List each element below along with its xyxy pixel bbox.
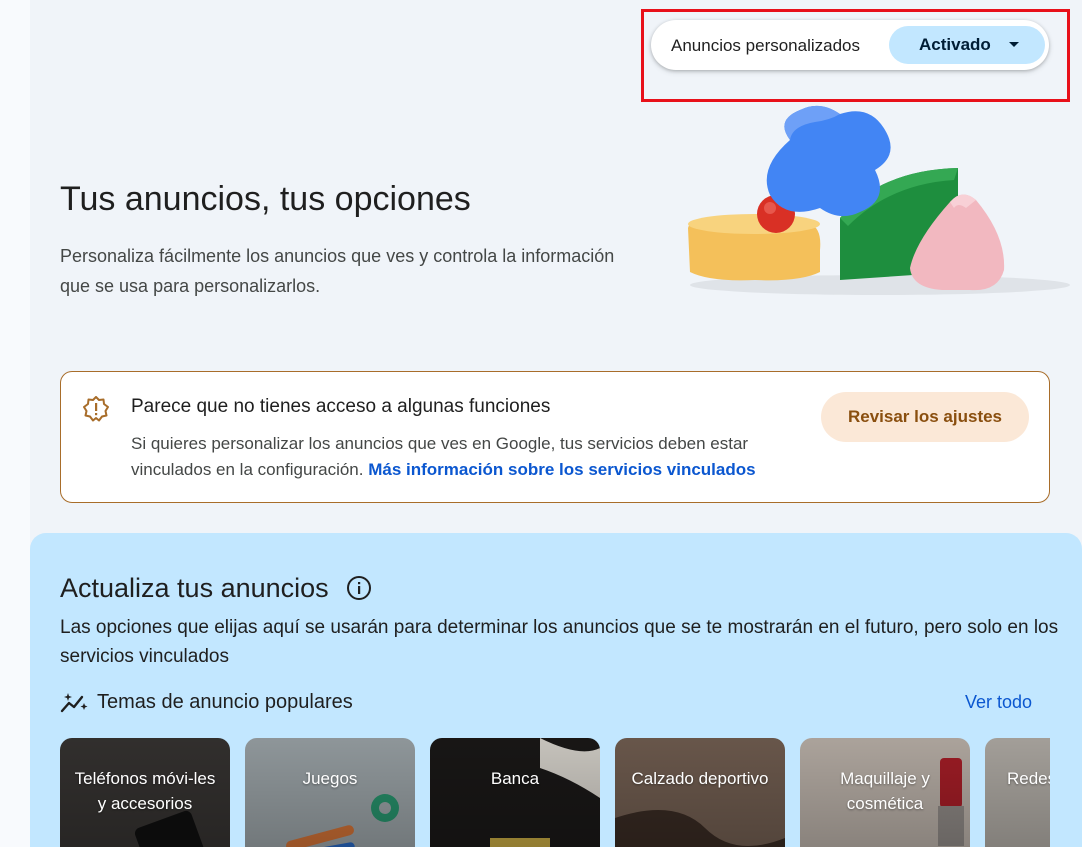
review-settings-label: Revisar los ajustes (847, 407, 1003, 426)
topic-label: Maquillaje y cosmética (840, 769, 930, 813)
topic-card-games[interactable]: Juegos (245, 738, 415, 847)
personalized-ads-dropdown[interactable]: Activado (889, 26, 1045, 64)
section-description: Las opciones que elijas aquí se usarán p… (60, 617, 1059, 667)
section-title: Actualiza tus anuncios (60, 573, 329, 603)
review-settings-button[interactable]: Revisar los ajustes (821, 392, 1029, 442)
personalized-ads-toggle-bar: Anuncios personalizados Activado (651, 20, 1049, 70)
warning-gear-icon (83, 396, 109, 422)
topic-cards: Teléfonos móvi-les y accesorios Juegos B… (60, 738, 1050, 847)
access-warning-card: Parece que no tienes acceso a algunas fu… (60, 371, 1050, 503)
topic-label: Juegos (302, 769, 358, 788)
topic-card-networks[interactable]: Redes y com... (985, 738, 1050, 847)
topic-label: Teléfonos móvi-les y accesorios (74, 769, 216, 813)
page-title: Tus anuncios, tus opciones (60, 180, 471, 218)
notice-title: Parece que no tienes acceso a algunas fu… (131, 396, 551, 417)
popular-topics-title: Temas de anuncio populares (97, 691, 353, 713)
personalized-ads-label: Anuncios personalizados (671, 36, 861, 55)
trending-sparkle-icon (60, 693, 88, 713)
hero-illustration (688, 105, 1070, 295)
dropdown-value: Activado (919, 35, 991, 54)
topic-label: Redes y com... (1007, 769, 1050, 788)
topic-card-banking[interactable]: Banca (430, 738, 600, 847)
topic-label: Banca (490, 769, 540, 788)
caret-down-icon (1009, 42, 1019, 47)
notice-body: Si quieres personalizar los anuncios que… (131, 431, 811, 483)
topic-label: Calzado deportivo (631, 769, 769, 788)
topic-card-makeup[interactable]: Maquillaje y cosmética (800, 738, 970, 847)
page-description: Personaliza fácilmente los anuncios que … (60, 246, 615, 296)
view-all-link[interactable]: Ver todo (965, 692, 1032, 713)
left-margin (0, 0, 30, 847)
topic-card-sport-shoes[interactable]: Calzado deportivo (615, 738, 785, 847)
topic-card-phones[interactable]: Teléfonos móvi-les y accesorios (60, 738, 230, 847)
info-icon[interactable] (346, 575, 372, 601)
linked-services-link[interactable]: Más información sobre los servicios vinc… (368, 460, 755, 479)
update-ads-section: Actualiza tus anuncios Las opciones que … (30, 533, 1082, 847)
